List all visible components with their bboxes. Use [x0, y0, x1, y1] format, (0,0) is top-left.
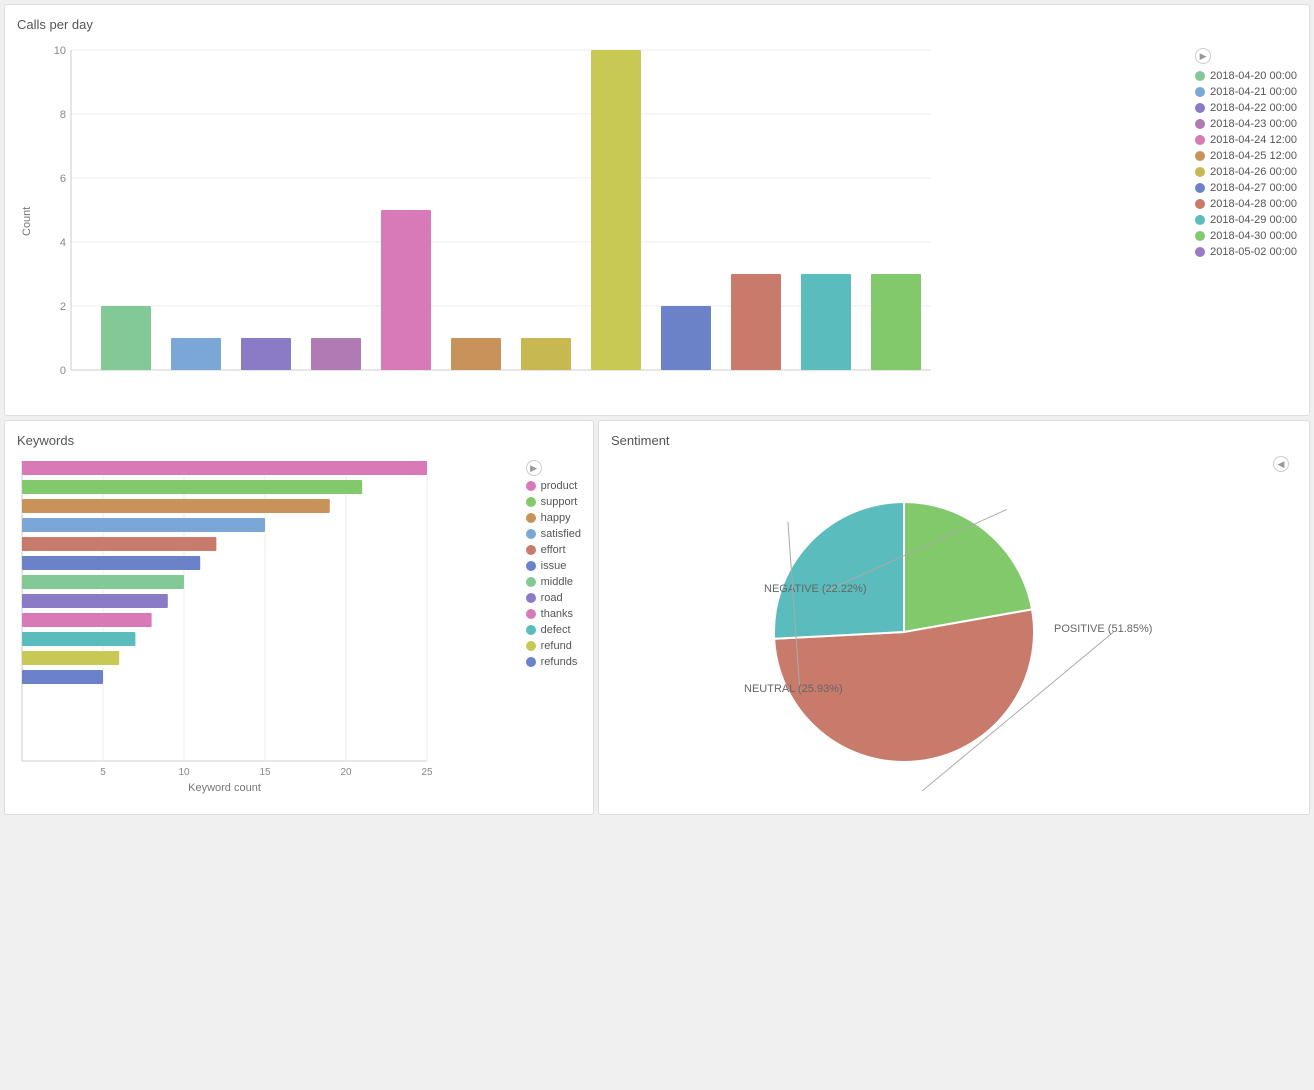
svg-text:2: 2	[60, 301, 66, 313]
y-axis-label: Count	[17, 40, 37, 403]
svg-text:8: 8	[60, 109, 66, 121]
svg-text:20: 20	[340, 767, 352, 778]
bottom-panels: Keywords 5 10 15 20 25 Keyword count ▶ produc…	[4, 420, 1310, 815]
keywords-legend-nav[interactable]: ▶	[526, 460, 542, 476]
legend-item: 2018-04-30 00:00	[1195, 230, 1297, 242]
legend-item: 2018-04-23 00:00	[1195, 118, 1297, 130]
keywords-bar-chart: 5 10 15 20 25 Keyword count	[17, 456, 516, 799]
keywords-legend-item: road	[526, 592, 581, 604]
keywords-legend-item: defect	[526, 624, 581, 636]
svg-text:25: 25	[421, 767, 433, 778]
keywords-legend-item: issue	[526, 560, 581, 572]
svg-text:Keyword count: Keyword count	[188, 782, 261, 794]
sentiment-pie-chart: NEGATIVE (22.22%) POSITIVE (51.85%) NEUTRA…	[611, 482, 1297, 802]
keywords-legend-item: effort	[526, 544, 581, 556]
svg-text:4: 4	[60, 237, 66, 249]
keywords-legend-item: happy	[526, 512, 581, 524]
keywords-legend-item: middle	[526, 576, 581, 588]
calls-bar-chart: 0 2 4 6 8 10	[41, 40, 1179, 403]
svg-text:10: 10	[178, 767, 190, 778]
legend-item: 2018-04-21 00:00	[1195, 86, 1297, 98]
top-legend-nav-left[interactable]: ▶	[1195, 48, 1211, 64]
keywords-title: Keywords	[17, 433, 581, 448]
keywords-legend: product support happy satisfied effort issue m…	[526, 480, 581, 672]
sentiment-title: Sentiment	[611, 433, 1297, 448]
svg-text:15: 15	[259, 767, 271, 778]
legend-item: 2018-04-26 00:00	[1195, 166, 1297, 178]
keywords-legend-item: thanks	[526, 608, 581, 620]
svg-text:10: 10	[54, 45, 66, 57]
legend-item: 2018-04-27 00:00	[1195, 182, 1297, 194]
keywords-legend-item: support	[526, 496, 581, 508]
svg-text:NEGATIVE (22.22%): NEGATIVE (22.22%)	[764, 583, 867, 595]
dashboard: Calls per day Count 0 2 4 6 8 10 ▶ 2018-04-20…	[0, 0, 1314, 819]
svg-text:POSITIVE (51.85%): POSITIVE (51.85%)	[1054, 623, 1152, 635]
sentiment-panel: Sentiment ◀ NEGATIVE (22.22%) POSITIVE (5…	[598, 420, 1310, 815]
keywords-legend-item: satisfied	[526, 528, 581, 540]
keywords-panel: Keywords 5 10 15 20 25 Keyword count ▶ produc…	[4, 420, 594, 815]
calls-per-day-title: Calls per day	[17, 17, 1297, 32]
legend-item: 2018-04-24 12:00	[1195, 134, 1297, 146]
svg-text:0: 0	[60, 365, 66, 377]
legend-item: 2018-04-28 00:00	[1195, 198, 1297, 210]
keywords-legend-item: product	[526, 480, 581, 492]
top-chart-legend: 2018-04-20 00:00 2018-04-21 00:00 2018-04-…	[1195, 70, 1297, 262]
legend-item: 2018-04-29 00:00	[1195, 214, 1297, 226]
legend-item: 2018-04-22 00:00	[1195, 102, 1297, 114]
sentiment-nav[interactable]: ◀	[1273, 456, 1289, 472]
svg-text:5: 5	[100, 767, 106, 778]
keywords-legend-item: refunds	[526, 656, 581, 668]
legend-item: 2018-04-20 00:00	[1195, 70, 1297, 82]
legend-item: 2018-05-02 00:00	[1195, 246, 1297, 258]
svg-text:6: 6	[60, 173, 66, 185]
calls-per-day-panel: Calls per day Count 0 2 4 6 8 10 ▶ 2018-04-20…	[4, 4, 1310, 416]
keywords-legend-item: refund	[526, 640, 581, 652]
svg-text:NEUTRAL (25.93%): NEUTRAL (25.93%)	[744, 683, 843, 695]
legend-item: 2018-04-25 12:00	[1195, 150, 1297, 162]
